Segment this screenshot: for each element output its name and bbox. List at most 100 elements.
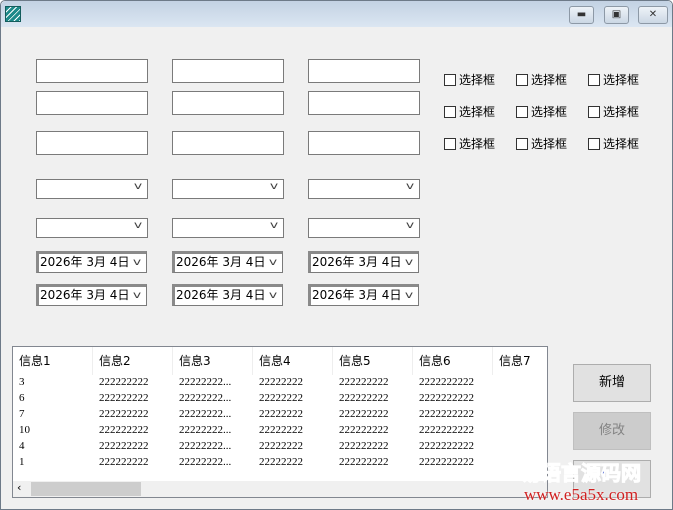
list-cell[interactable] xyxy=(493,438,547,454)
combo-box[interactable]: v xyxy=(172,179,284,199)
list-cell[interactable]: 4 xyxy=(13,438,93,454)
list-cell[interactable]: 22222222 xyxy=(253,406,333,422)
checkbox-7[interactable]: 选择框 xyxy=(516,135,567,152)
list-cell[interactable]: 222222222 xyxy=(93,374,173,390)
checkbox-6[interactable]: 选择框 xyxy=(444,135,495,152)
text-input[interactable] xyxy=(36,91,148,115)
checkbox-box[interactable] xyxy=(516,105,528,118)
minimize-button[interactable]: ▬ xyxy=(569,6,594,24)
scrollbar-thumb[interactable] xyxy=(31,482,141,496)
text-input[interactable] xyxy=(172,91,284,115)
add-button[interactable]: 新增 xyxy=(573,364,651,402)
column-header[interactable]: 信息7 xyxy=(493,347,547,375)
date-picker[interactable]: 2026年 3月 4日 v xyxy=(172,251,283,273)
date-picker[interactable]: 2026年 3月 4日 v xyxy=(36,284,147,306)
date-value: 2026年 3月 4日 xyxy=(176,255,266,269)
horizontal-scrollbar[interactable]: ‹ xyxy=(13,481,547,497)
list-cell[interactable]: 22222222 xyxy=(253,438,333,454)
combo-box[interactable]: v xyxy=(308,218,420,238)
text-input[interactable] xyxy=(36,131,148,155)
checkbox-label: 选择框 xyxy=(603,137,640,151)
text-input[interactable] xyxy=(308,59,420,83)
list-cell[interactable]: 22222222... xyxy=(173,390,253,406)
list-cell[interactable]: 22222222 xyxy=(253,390,333,406)
list-cell[interactable]: 2222222222 xyxy=(413,422,493,438)
list-cell[interactable] xyxy=(493,422,547,438)
list-cell[interactable]: 2222222222 xyxy=(413,454,493,470)
checkbox-box[interactable] xyxy=(588,73,600,86)
checkbox-box[interactable] xyxy=(516,73,528,86)
checkbox-box[interactable] xyxy=(444,137,456,150)
close-button[interactable]: ✕ xyxy=(638,6,668,24)
date-picker[interactable]: 2026年 3月 4日 v xyxy=(172,284,283,306)
chevron-down-icon: v xyxy=(132,290,142,301)
list-cell[interactable]: 222222222 xyxy=(93,454,173,470)
list-cell[interactable]: 22222222... xyxy=(173,438,253,454)
checkbox-box[interactable] xyxy=(588,137,600,150)
list-cell[interactable]: 7 xyxy=(13,406,93,422)
list-cell[interactable]: 22222222 xyxy=(253,454,333,470)
date-picker[interactable]: 2026年 3月 4日 v xyxy=(36,251,147,273)
list-cell[interactable]: 222222222 xyxy=(333,422,413,438)
list-cell[interactable]: 1 xyxy=(13,454,93,470)
checkbox-box[interactable] xyxy=(516,137,528,150)
list-cell[interactable]: 6 xyxy=(13,390,93,406)
text-input[interactable] xyxy=(308,131,420,155)
list-cell[interactable]: 222222222 xyxy=(93,390,173,406)
list-cell[interactable]: 3 xyxy=(13,374,93,390)
list-cell[interactable]: 10 xyxy=(13,422,93,438)
checkbox-box[interactable] xyxy=(444,105,456,118)
list-cell[interactable]: 222222222 xyxy=(333,390,413,406)
combo-box[interactable]: v xyxy=(172,218,284,238)
column-header[interactable]: 信息2 xyxy=(93,347,173,375)
list-cell[interactable]: 222222222 xyxy=(333,406,413,422)
list-cell[interactable]: 2222222222 xyxy=(413,406,493,422)
scroll-left-icon[interactable]: ‹ xyxy=(17,481,21,494)
maximize-button[interactable]: ▣ xyxy=(604,6,629,24)
checkbox-0[interactable]: 选择框 xyxy=(444,71,495,88)
list-cell[interactable]: 22222222... xyxy=(173,454,253,470)
list-cell[interactable]: 222222222 xyxy=(333,454,413,470)
list-cell[interactable]: 22222222... xyxy=(173,374,253,390)
text-input[interactable] xyxy=(172,131,284,155)
list-cell[interactable]: 22222222... xyxy=(173,406,253,422)
combo-box[interactable]: v xyxy=(36,218,148,238)
list-cell[interactable]: 2222222222 xyxy=(413,390,493,406)
list-cell[interactable]: 2222222222 xyxy=(413,374,493,390)
list-cell[interactable]: 222222222 xyxy=(333,374,413,390)
column-header[interactable]: 信息6 xyxy=(413,347,493,375)
chevron-down-icon: v xyxy=(404,290,414,301)
text-input[interactable] xyxy=(36,59,148,83)
column-header[interactable]: 信息1 xyxy=(13,347,93,375)
list-cell[interactable] xyxy=(493,374,547,390)
list-cell[interactable]: 2222222222 xyxy=(413,438,493,454)
list-cell[interactable] xyxy=(493,390,547,406)
checkbox-8[interactable]: 选择框 xyxy=(588,135,639,152)
list-cell[interactable] xyxy=(493,406,547,422)
text-input[interactable] xyxy=(308,91,420,115)
list-cell[interactable]: 222222222 xyxy=(333,438,413,454)
checkbox-4[interactable]: 选择框 xyxy=(516,103,567,120)
chevron-down-icon: v xyxy=(269,220,279,231)
list-cell[interactable]: 222222222 xyxy=(93,438,173,454)
checkbox-2[interactable]: 选择框 xyxy=(588,71,639,88)
data-list[interactable]: 信息1 信息2 信息3 信息4 信息5 信息6 信息7 3 222222222 22222222.… xyxy=(12,346,548,498)
checkbox-box[interactable] xyxy=(588,105,600,118)
checkbox-3[interactable]: 选择框 xyxy=(444,103,495,120)
list-cell[interactable]: 22222222... xyxy=(173,422,253,438)
checkbox-box[interactable] xyxy=(444,73,456,86)
column-header[interactable]: 信息5 xyxy=(333,347,413,375)
list-cell[interactable]: 22222222 xyxy=(253,374,333,390)
checkbox-5[interactable]: 选择框 xyxy=(588,103,639,120)
date-picker[interactable]: 2026年 3月 4日 v xyxy=(308,251,419,273)
text-input[interactable] xyxy=(172,59,284,83)
column-header[interactable]: 信息3 xyxy=(173,347,253,375)
list-cell[interactable]: 22222222 xyxy=(253,422,333,438)
list-cell[interactable]: 222222222 xyxy=(93,422,173,438)
column-header[interactable]: 信息4 xyxy=(253,347,333,375)
list-cell[interactable]: 222222222 xyxy=(93,406,173,422)
date-picker[interactable]: 2026年 3月 4日 v xyxy=(308,284,419,306)
checkbox-1[interactable]: 选择框 xyxy=(516,71,567,88)
combo-box[interactable]: v xyxy=(36,179,148,199)
combo-box[interactable]: v xyxy=(308,179,420,199)
